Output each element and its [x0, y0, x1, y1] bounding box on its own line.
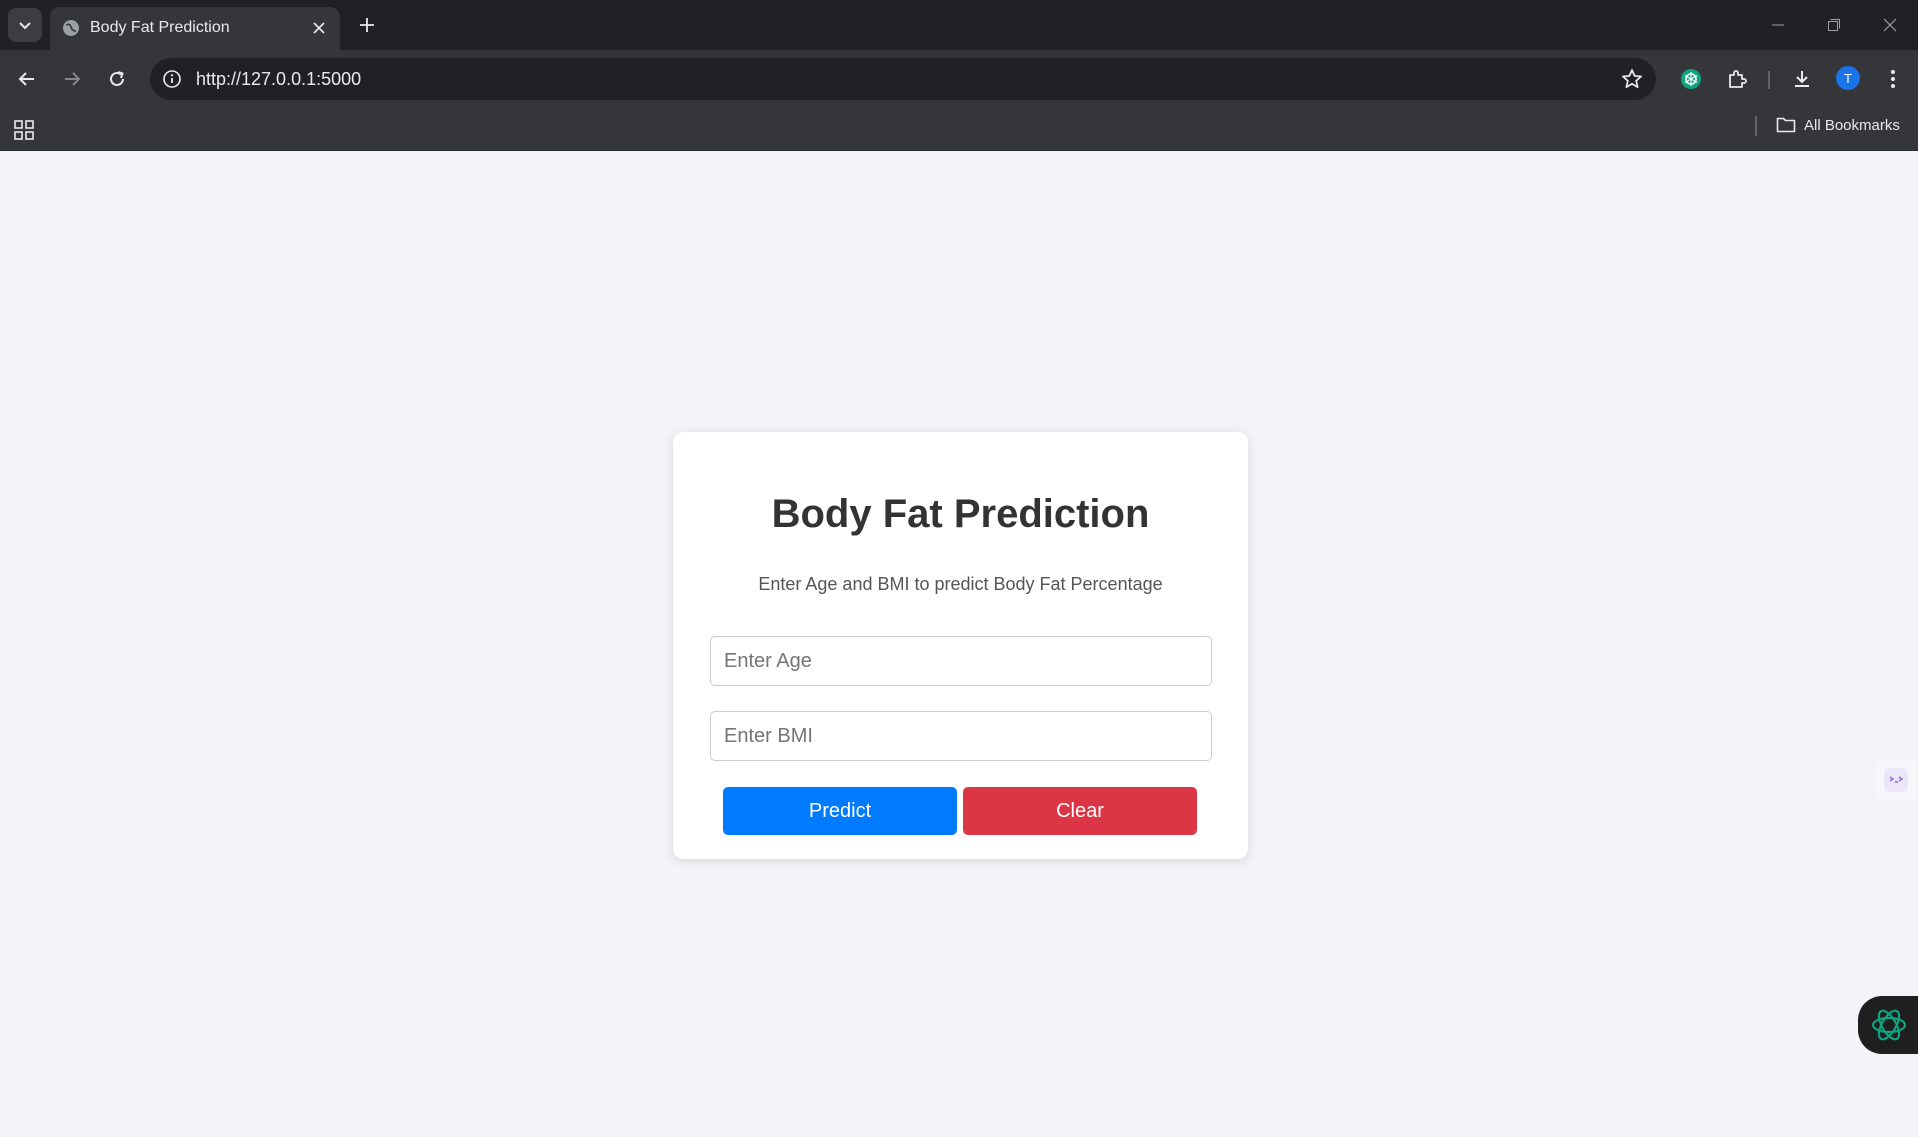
all-bookmarks-button[interactable]: All Bookmarks	[1776, 116, 1900, 134]
tab-list-icon[interactable]	[8, 8, 42, 42]
age-input[interactable]	[710, 636, 1212, 686]
download-icon[interactable]	[1785, 62, 1819, 96]
clear-button[interactable]: Clear	[963, 787, 1197, 835]
chatgpt-icon[interactable]	[1674, 62, 1708, 96]
tab-bar: Body Fat Prediction	[0, 0, 1918, 50]
minimize-icon[interactable]	[1758, 8, 1798, 42]
plus-icon[interactable]	[352, 10, 382, 40]
all-bookmarks-label: All Bookmarks	[1804, 116, 1900, 134]
star-icon[interactable]	[1620, 67, 1644, 91]
tab-title: Body Fat Prediction	[90, 19, 230, 36]
extensions-icon[interactable]	[1720, 62, 1754, 96]
folder-icon	[1776, 117, 1796, 133]
info-icon[interactable]	[162, 69, 182, 89]
close-icon[interactable]	[308, 17, 330, 39]
toolbar-divider	[1768, 71, 1770, 89]
active-tab[interactable]: Body Fat Prediction	[50, 7, 340, 50]
prediction-card: Body Fat Prediction Enter Age and BMI to…	[673, 432, 1248, 859]
side-extension-icon[interactable]	[1876, 760, 1916, 800]
chatgpt-floating-icon[interactable]	[1858, 996, 1918, 1054]
bookmarks-bar: All Bookmarks	[0, 108, 1918, 151]
bmi-input[interactable]	[710, 711, 1212, 761]
page-title: Body Fat Prediction	[771, 492, 1150, 536]
bookmarks-divider	[1755, 116, 1757, 136]
predict-button[interactable]: Predict	[723, 787, 957, 835]
back-icon[interactable]	[10, 62, 44, 96]
url-text[interactable]: http://127.0.0.1:5000	[196, 69, 361, 90]
window-close-icon[interactable]	[1870, 8, 1910, 42]
apps-icon[interactable]	[12, 118, 36, 142]
browser-toolbar: http://127.0.0.1:5000	[0, 50, 1918, 108]
page-subtitle: Enter Age and BMI to predict Body Fat Pe…	[758, 574, 1163, 594]
address-bar[interactable]: http://127.0.0.1:5000	[150, 58, 1656, 100]
reload-icon[interactable]	[100, 62, 134, 96]
restore-icon[interactable]	[1814, 8, 1854, 42]
menu-icon[interactable]	[1876, 62, 1910, 96]
forward-icon[interactable]	[55, 62, 89, 96]
profile-avatar[interactable]: T	[1836, 66, 1860, 90]
globe-icon	[63, 20, 79, 36]
